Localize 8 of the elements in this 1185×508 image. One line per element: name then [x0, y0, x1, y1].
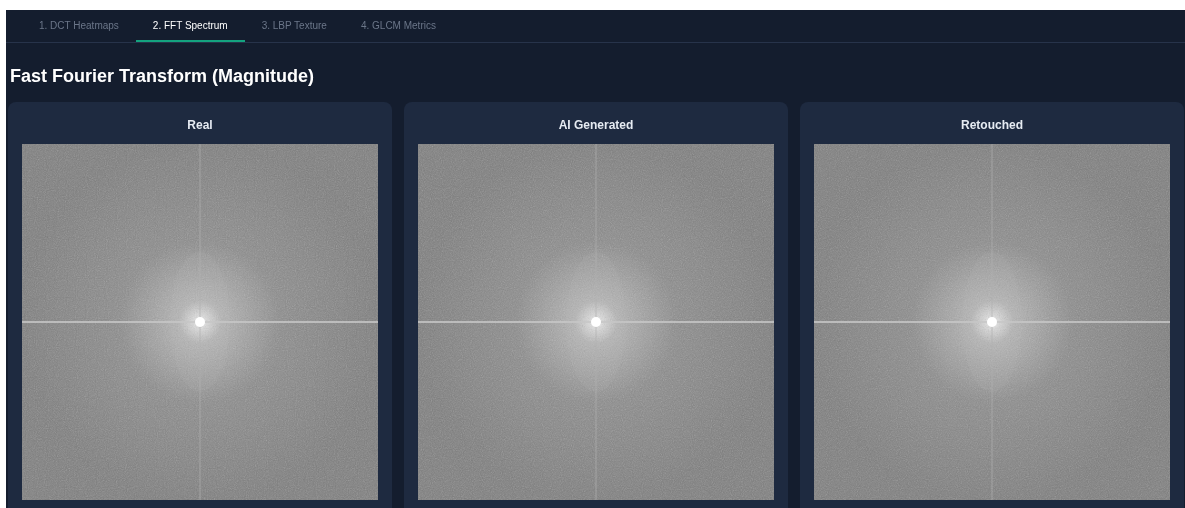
section-heading: Fast Fourier Transform (Magnitude) — [10, 65, 316, 88]
tab[interactable]: 1. DCT Heatmaps — [22, 10, 136, 42]
tab[interactable]: 4. GLCM Metrics — [343, 10, 453, 42]
card-title: Retouched — [961, 117, 1023, 134]
tab[interactable]: 2. FFT Spectrum — [135, 10, 245, 42]
card-title: AI Generated — [558, 117, 634, 134]
card-title: Real — [187, 117, 213, 134]
tab[interactable]: 3. LBP Texture — [244, 10, 344, 42]
